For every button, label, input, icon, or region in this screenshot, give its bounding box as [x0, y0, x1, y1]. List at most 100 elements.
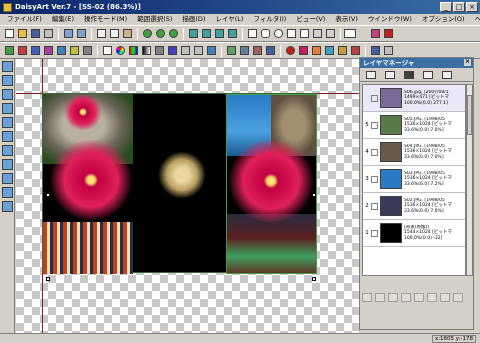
visibility-checkbox[interactable]	[371, 202, 378, 210]
visibility-checkbox[interactable]	[371, 94, 378, 102]
line-tool-icon[interactable]	[2, 117, 13, 128]
fill-icon[interactable]	[336, 45, 348, 57]
layer-list-scrollbar[interactable]	[466, 84, 473, 276]
red-fill-icon[interactable]	[284, 45, 296, 57]
polygon-shape-icon[interactable]	[285, 28, 297, 40]
small-hibiscus-image[interactable]	[63, 94, 103, 130]
ellipse-shape-icon[interactable]	[272, 28, 284, 40]
selection-handle[interactable]	[46, 277, 50, 281]
pencil-tool-icon[interactable]	[2, 75, 13, 86]
stats-icon[interactable]	[369, 45, 381, 57]
print-icon[interactable]	[42, 28, 54, 40]
menu-layer[interactable]: レイヤ(L)	[210, 14, 248, 25]
lock-icon[interactable]	[453, 292, 463, 302]
levels-icon[interactable]	[179, 45, 191, 57]
visibility-checkbox[interactable]	[371, 148, 378, 156]
menu-select[interactable]: 範囲選択(S)	[132, 14, 177, 25]
delete-layer-icon[interactable]	[404, 70, 414, 79]
scrollbar-thumb[interactable]	[467, 95, 472, 135]
brush-tool-icon[interactable]	[2, 89, 13, 100]
menu-display[interactable]: 表示(V)	[330, 14, 363, 25]
zoom-fit-icon[interactable]	[167, 28, 179, 40]
exit-icon[interactable]	[382, 28, 394, 40]
gold-flower-image[interactable]	[157, 152, 207, 198]
transform-icon[interactable]	[42, 45, 54, 57]
selection-handle[interactable]	[312, 193, 316, 197]
close-button[interactable]: ×	[466, 2, 478, 12]
open-layer-icon[interactable]	[385, 70, 395, 79]
ellipse-tool-icon[interactable]	[2, 159, 13, 170]
zoom-out-icon[interactable]	[154, 28, 166, 40]
flip-icon[interactable]	[68, 45, 80, 57]
minimize-button[interactable]: _	[440, 2, 452, 12]
rounded-rect-icon[interactable]	[259, 28, 271, 40]
menu-edit[interactable]: 編集(E)	[47, 14, 79, 25]
layer-row[interactable]: 3 S03.JPG, [1998/05 1536×1024 [ビットマ 33.6…	[363, 166, 465, 193]
open-folder-icon[interactable]	[16, 28, 28, 40]
rect-shape-icon[interactable]	[246, 28, 258, 40]
hue-icon[interactable]	[205, 45, 217, 57]
visibility-checkbox[interactable]	[371, 121, 378, 129]
save-icon[interactable]	[29, 28, 41, 40]
mask-icon[interactable]	[251, 45, 263, 57]
move-tool-icon[interactable]	[2, 201, 13, 212]
disabled-tool-icon[interactable]	[324, 28, 336, 40]
airbrush-tool-icon[interactable]	[2, 103, 13, 114]
maximize-button[interactable]: □	[453, 2, 465, 12]
image-frame-icon[interactable]	[238, 45, 250, 57]
menu-view[interactable]: ビュー(V)	[291, 14, 330, 25]
rotate-icon[interactable]	[55, 45, 67, 57]
layer-row[interactable]: 5 S05.JPG, [1998/05 1536×1024 [ビットマ 33.6…	[363, 112, 465, 139]
gradient-icon[interactable]	[140, 45, 152, 57]
crop-icon[interactable]	[81, 45, 93, 57]
calc-icon[interactable]	[382, 45, 394, 57]
filter-icon[interactable]	[16, 45, 28, 57]
move-down-icon[interactable]	[375, 292, 385, 302]
palette-icon[interactable]	[127, 45, 139, 57]
eraser-icon[interactable]	[310, 45, 322, 57]
effect-icon[interactable]	[29, 45, 41, 57]
select-rect-icon[interactable]	[187, 28, 199, 40]
undo-icon[interactable]	[62, 28, 74, 40]
layer-settings-icon[interactable]	[442, 70, 452, 79]
color-wheel-icon[interactable]	[114, 45, 126, 57]
duplicate-icon[interactable]	[427, 292, 437, 302]
layer-properties-icon[interactable]	[423, 70, 433, 79]
layer-row[interactable]: 1 [背景(原版)] 1544×1024 [ビットマ 100.0%(0.0) -…	[363, 220, 465, 247]
canvas[interactable]	[16, 59, 359, 333]
tooltip-icon[interactable]	[344, 28, 356, 40]
channel-icon[interactable]	[153, 45, 165, 57]
text-icon[interactable]	[101, 45, 113, 57]
text-tool-icon[interactable]	[2, 187, 13, 198]
layer-panel-close-icon[interactable]: ×	[464, 59, 471, 66]
pen-icon[interactable]	[369, 28, 381, 40]
selection-handle[interactable]	[46, 193, 50, 197]
artboard[interactable]	[42, 93, 317, 281]
layer-row[interactable]: S06.jpg, [2007/08/1 1499×471 [ビットマ 100.0…	[363, 85, 465, 112]
paste-icon[interactable]	[121, 28, 133, 40]
link-icon[interactable]	[440, 292, 450, 302]
rect-tool-icon[interactable]	[2, 145, 13, 156]
select-magic-icon[interactable]	[226, 28, 238, 40]
layer-row[interactable]: 4 S04.JPG, [1998/05 1536×1024 [ビットマ 33.6…	[363, 139, 465, 166]
grid-icon[interactable]	[311, 28, 323, 40]
new-file-icon[interactable]	[3, 28, 15, 40]
pen-tool-icon[interactable]	[349, 45, 361, 57]
visibility-checkbox[interactable]	[371, 175, 378, 183]
menu-filter[interactable]: フィルタ(I)	[248, 14, 291, 25]
copy-icon[interactable]	[108, 28, 120, 40]
redo-icon[interactable]	[75, 28, 87, 40]
selection-handle[interactable]	[312, 277, 316, 281]
menu-draw[interactable]: 描画(D)	[177, 14, 210, 25]
menu-mode[interactable]: 操作モード(M)	[79, 14, 132, 25]
zoom-in-icon[interactable]	[141, 28, 153, 40]
curve-tool-icon[interactable]	[2, 131, 13, 142]
image-icon[interactable]	[225, 45, 237, 57]
fill-tool-icon[interactable]	[2, 173, 13, 184]
histogram-icon[interactable]	[166, 45, 178, 57]
move-bottom-icon[interactable]	[401, 292, 411, 302]
move-up-icon[interactable]	[362, 292, 372, 302]
curves-icon[interactable]	[192, 45, 204, 57]
pointer-tool-icon[interactable]	[2, 61, 13, 72]
menu-help[interactable]: ヘルプ(H)	[470, 14, 480, 25]
